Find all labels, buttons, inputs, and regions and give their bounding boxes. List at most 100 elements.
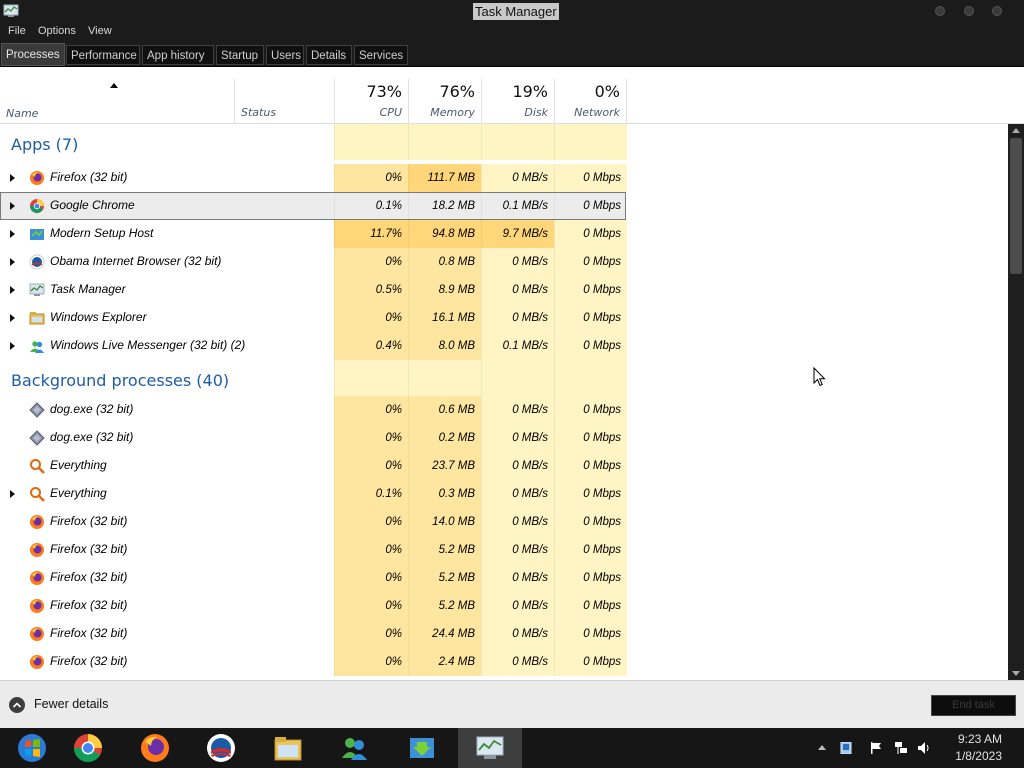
process-row[interactable]: 0% 0.6 MB 0 MB/s 0 Mbps dog.exe (32 bit) xyxy=(0,396,627,424)
process-name: dog.exe (32 bit) xyxy=(50,402,134,416)
expand-arrow-icon[interactable] xyxy=(10,314,15,322)
tab-details[interactable]: Details xyxy=(306,45,352,65)
expand-arrow-icon[interactable] xyxy=(10,342,15,350)
taskbar: 9:23 AM 1/8/2023 xyxy=(0,728,1024,768)
taskbar-chrome[interactable] xyxy=(56,728,120,768)
tab-app-history[interactable]: App history xyxy=(142,45,214,65)
clock-time[interactable]: 9:23 AM xyxy=(958,732,1002,746)
disk-cell: 0 MB/s xyxy=(481,248,554,276)
column-network-header[interactable]: 0% Network xyxy=(554,79,627,124)
process-row[interactable]: 0% 0.2 MB 0 MB/s 0 Mbps dog.exe (32 bit) xyxy=(0,424,627,452)
firefox-icon xyxy=(30,515,44,529)
clock-date[interactable]: 1/8/2023 xyxy=(955,749,1002,763)
cpu-cell: 0% xyxy=(334,424,408,452)
disk-cell: 0.1 MB/s xyxy=(481,332,554,360)
expand-arrow-icon[interactable] xyxy=(10,230,15,238)
vertical-scrollbar[interactable] xyxy=(1008,124,1024,680)
taskbar-download[interactable] xyxy=(390,728,454,768)
expand-arrow-icon[interactable] xyxy=(10,174,15,182)
tab-performance[interactable]: Performance xyxy=(66,45,140,65)
background-group-header: Background processes (40) xyxy=(0,360,627,396)
process-name: Obama Internet Browser (32 bit) xyxy=(50,254,222,268)
column-name[interactable]: Name xyxy=(6,107,38,120)
scroll-up-icon[interactable] xyxy=(1012,128,1020,133)
network-icon[interactable] xyxy=(895,742,907,754)
column-disk-header[interactable]: 19% Disk xyxy=(481,79,554,124)
memory-cell: 18.2 MB xyxy=(408,192,481,220)
taskbar-task-manager[interactable] xyxy=(458,728,522,768)
cpu-total: 73% xyxy=(366,82,402,101)
process-row[interactable]: 0% 23.7 MB 0 MB/s 0 Mbps Everything xyxy=(0,452,627,480)
chevron-up-icon[interactable] xyxy=(9,697,25,713)
expand-arrow-icon[interactable] xyxy=(10,286,15,294)
network-cell: 0 Mbps xyxy=(554,332,627,360)
mouse-cursor-icon xyxy=(813,367,826,387)
process-row[interactable]: 0% 5.2 MB 0 MB/s 0 Mbps Firefox (32 bit) xyxy=(0,564,627,592)
expand-arrow-icon[interactable] xyxy=(10,258,15,266)
scroll-down-icon[interactable] xyxy=(1012,671,1020,676)
volume-icon[interactable] xyxy=(918,742,930,754)
disk-cell: 0.1 MB/s xyxy=(481,192,554,220)
memory-cell: 111.7 MB xyxy=(408,164,481,192)
process-row[interactable]: 0% 16.1 MB 0 MB/s 0 Mbps Windows Explorer xyxy=(0,304,627,332)
menu-file[interactable]: File xyxy=(8,25,26,37)
tablet-icon[interactable] xyxy=(840,742,852,754)
expand-arrow-icon[interactable] xyxy=(10,490,15,498)
process-row[interactable]: 0% 24.4 MB 0 MB/s 0 Mbps Firefox (32 bit) xyxy=(0,620,627,648)
menu-view[interactable]: View xyxy=(88,25,112,37)
network-cell: 0 Mbps xyxy=(554,220,627,248)
group-title: Apps (7) xyxy=(11,135,79,154)
taskbar-messenger[interactable] xyxy=(322,728,386,768)
column-disk: Disk xyxy=(524,106,548,119)
process-row[interactable]: 0% 2.4 MB 0 MB/s 0 Mbps Firefox (32 bit) xyxy=(0,648,627,676)
process-row[interactable]: 11.7% 94.8 MB 9.7 MB/s 0 Mbps Modern Setup H… xyxy=(0,220,627,248)
tab-services[interactable]: Services xyxy=(354,45,408,65)
expand-arrow-icon[interactable] xyxy=(10,202,15,210)
process-row[interactable]: 0.1% 0.3 MB 0 MB/s 0 Mbps Everything xyxy=(0,480,627,508)
tab-startup[interactable]: Startup xyxy=(216,45,264,65)
process-row[interactable]: 0% 5.2 MB 0 MB/s 0 Mbps Firefox (32 bit) xyxy=(0,592,627,620)
menu-options[interactable]: Options xyxy=(38,25,76,37)
process-name: Firefox (32 bit) xyxy=(50,514,128,528)
taskbar-file-explorer[interactable] xyxy=(256,728,320,768)
taskbar-obama-browser[interactable] xyxy=(189,728,253,768)
firefox-icon xyxy=(141,734,169,762)
process-row[interactable]: 0.1% 18.2 MB 0.1 MB/s 0 Mbps Google Chrome xyxy=(0,192,626,220)
process-name: Windows Explorer xyxy=(50,310,147,324)
process-row[interactable]: 0.4% 8.0 MB 0.1 MB/s 0 Mbps Windows Live Mes… xyxy=(0,332,627,360)
column-header: Name Status 73% CPU 76% Memory 19% Disk … xyxy=(0,67,1024,124)
fewer-details-label[interactable]: Fewer details xyxy=(34,697,108,711)
minimize-button[interactable] xyxy=(935,6,945,16)
process-name: Everything xyxy=(50,486,107,500)
cpu-cell: 0.1% xyxy=(334,480,408,508)
show-hidden-icons-icon[interactable] xyxy=(818,744,826,752)
maximize-button[interactable] xyxy=(964,6,974,16)
group-title: Background processes (40) xyxy=(11,371,230,390)
network-cell: 0 Mbps xyxy=(554,452,627,480)
process-row[interactable]: 0% 111.7 MB 0 MB/s 0 Mbps Firefox (32 bit) xyxy=(0,164,627,192)
tab-processes[interactable]: Processes xyxy=(1,43,65,66)
start-button[interactable] xyxy=(0,728,64,768)
task-manager-icon xyxy=(29,283,45,296)
column-status-header[interactable]: Status xyxy=(234,79,334,124)
network-cell: 0 Mbps xyxy=(554,480,627,508)
close-button[interactable] xyxy=(992,6,1002,16)
action-center-flag-icon[interactable] xyxy=(870,742,882,754)
end-task-button[interactable]: End task xyxy=(931,695,1016,716)
column-memory-header[interactable]: 76% Memory xyxy=(408,79,481,124)
tab-users[interactable]: Users xyxy=(266,45,304,65)
task-manager-app-icon[interactable] xyxy=(3,3,19,19)
network-cell: 0 Mbps xyxy=(554,648,627,676)
process-row[interactable]: 0% 14.0 MB 0 MB/s 0 Mbps Firefox (32 bit) xyxy=(0,508,627,536)
cpu-cell: 0% xyxy=(334,304,408,332)
setup-icon xyxy=(30,229,44,240)
taskbar-firefox[interactable] xyxy=(123,728,187,768)
process-row[interactable]: 0% 0.8 MB 0 MB/s 0 Mbps Obama Internet Brows… xyxy=(0,248,627,276)
process-row[interactable]: 0.5% 8.9 MB 0 MB/s 0 Mbps Task Manager xyxy=(0,276,627,304)
menu-bar: File Options View xyxy=(0,24,1024,40)
scroll-thumb[interactable] xyxy=(1010,138,1022,274)
process-row[interactable]: 0% 5.2 MB 0 MB/s 0 Mbps Firefox (32 bit) xyxy=(0,536,627,564)
obama-browser-icon xyxy=(29,254,45,270)
tab-bar: Processes Performance App history Startu… xyxy=(0,40,1024,67)
column-cpu-header[interactable]: 73% CPU xyxy=(334,79,408,124)
